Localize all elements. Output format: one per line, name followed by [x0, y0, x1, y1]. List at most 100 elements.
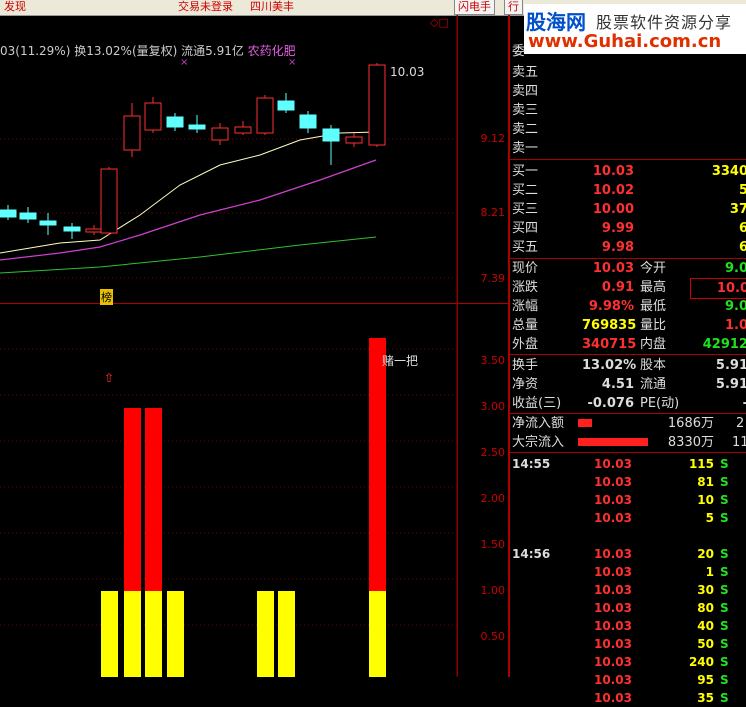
- tick-row: 14:55 10.03 115 S: [510, 455, 746, 473]
- sell-level-label: 卖一: [512, 141, 539, 156]
- quote-value: 10.0: [690, 278, 746, 299]
- fund-label: 净资: [512, 377, 539, 392]
- indicator-bar: [369, 338, 386, 591]
- buy-price: 10.00: [592, 202, 634, 217]
- buy-price: 9.98: [601, 240, 634, 255]
- quote-label: 量比: [640, 318, 667, 333]
- tick-side: S: [720, 511, 729, 525]
- tick-side: S: [720, 475, 729, 489]
- buy-level-row[interactable]: 买一 10.03 3340: [510, 162, 746, 181]
- quote-value: 9.0: [724, 299, 746, 314]
- indicator-bar: [278, 591, 295, 677]
- flash-trade-button[interactable]: 闪电手: [454, 0, 495, 15]
- candle-body: [299, 114, 317, 129]
- buy-volume: 3340: [711, 164, 746, 179]
- tick-price: 10.03: [594, 691, 632, 705]
- chart-area[interactable]: × × ◇□ 9.12 8.21 7.39 3.50 3.00 2.50 2.00…: [0, 15, 508, 677]
- tick-volume: 40: [697, 619, 714, 633]
- quote-label: 涨跌: [512, 280, 539, 295]
- quote-label: 总量: [512, 318, 539, 333]
- watermark-logo: 股海网 股票软件资源分享 www.Guhai.com.cn: [524, 4, 746, 54]
- flow-extra: 11: [732, 435, 746, 450]
- tick-volume: 115: [688, 457, 714, 471]
- quote-value: 10.03: [592, 261, 634, 276]
- indicator-tick: 1.50: [480, 538, 506, 551]
- buy-level-row[interactable]: 买五 9.98 6: [510, 238, 746, 257]
- fund-label: 换手: [512, 358, 539, 373]
- ma-line-long: [0, 236, 377, 274]
- fund-value: 5.91: [715, 377, 746, 392]
- buy-price: 10.03: [592, 164, 634, 179]
- tick-row: 10.03 81 S: [510, 473, 746, 491]
- tick-row: 14:56 10.03 20 S: [510, 545, 746, 563]
- tick-price: 10.03: [594, 601, 632, 615]
- net-inflow-row[interactable]: 净流入额 1686万 2: [510, 414, 746, 433]
- sell-level-label: 卖四: [512, 84, 539, 99]
- indicator-tick: 3.50: [480, 354, 506, 367]
- buy-level-label: 买三: [512, 202, 539, 217]
- tick-row: 10.03 50 S: [510, 635, 746, 653]
- candle-body: [19, 212, 37, 220]
- sector-label[interactable]: 农药化肥: [248, 44, 296, 58]
- fund-label: PE(动): [640, 396, 680, 411]
- tick-price: 10.03: [594, 619, 632, 633]
- candle-body: [144, 102, 162, 131]
- indicator-bar: [124, 591, 141, 677]
- tick-price: 10.03: [594, 493, 632, 507]
- block-inflow-row[interactable]: 大宗流入 8330万 11: [510, 433, 746, 452]
- tick-volume: 30: [697, 583, 714, 597]
- toolbar-stock-name: 四川美丰: [250, 0, 294, 13]
- tick-volume: 95: [697, 673, 714, 687]
- indicator-tick: 2.00: [480, 492, 506, 505]
- tick-price: 10.03: [594, 511, 632, 525]
- flow-extra: 2: [736, 416, 745, 431]
- candle-body: [345, 136, 363, 144]
- quote-label: 现价: [512, 261, 539, 276]
- indicator-tick: 3.00: [480, 400, 506, 413]
- fund-value: 13.02%: [582, 358, 637, 373]
- buy-level-row[interactable]: 买四 9.99 6: [510, 219, 746, 238]
- sell-level-label: 卖三: [512, 103, 539, 118]
- tick-price: 10.03: [594, 583, 632, 597]
- tick-row: 10.03 30 S: [510, 581, 746, 599]
- ma-line-short: [0, 131, 377, 254]
- toolbar-discover[interactable]: 发现: [4, 0, 26, 14]
- buy-level-row[interactable]: 买二 10.02 5: [510, 181, 746, 200]
- quote-label: 最低: [640, 299, 667, 314]
- tick-row: 10.03 240 S: [510, 653, 746, 671]
- tick-volume: 240: [688, 655, 714, 669]
- quote-value: 1.0: [724, 318, 746, 333]
- tick-price: 10.03: [594, 673, 632, 687]
- buy-level-label: 买二: [512, 183, 539, 198]
- buy-level-label: 买一: [512, 164, 539, 179]
- sell-level-label: 卖五: [512, 65, 539, 80]
- tick-volume: 50: [697, 637, 714, 651]
- indicator-annotation: 赌一把: [382, 354, 419, 368]
- sell-level-label: 卖二: [512, 122, 539, 137]
- tick-side: S: [720, 601, 729, 615]
- flow-value: 8330万: [667, 435, 714, 450]
- tick-volume: 20: [697, 547, 714, 561]
- buy-level-row[interactable]: 买三 10.00 37: [510, 200, 746, 219]
- buy-volume: 5: [738, 183, 746, 198]
- quote-label: 外盘: [512, 337, 539, 352]
- tick-side: S: [720, 673, 729, 687]
- quote-value: 769835: [582, 318, 637, 333]
- quote-label: 涨幅: [512, 299, 539, 314]
- tick-side: S: [720, 655, 729, 669]
- quote-label: 内盘: [640, 337, 667, 352]
- tick-side: S: [720, 493, 729, 507]
- fund-label: 流通: [640, 377, 667, 392]
- indicator-chart: [0, 303, 458, 677]
- market-button[interactable]: 行: [504, 0, 523, 15]
- tick-side: S: [720, 637, 729, 651]
- flow-bar: [578, 438, 648, 446]
- toolbar-trade-status[interactable]: 交易未登录: [178, 0, 233, 14]
- tick-volume: 10: [697, 493, 714, 507]
- quote-value: 42912: [702, 337, 746, 352]
- fund-value: -0.076: [587, 396, 634, 411]
- tick-price: 10.03: [594, 475, 632, 489]
- indicator-bar: [257, 591, 274, 677]
- indicator-bar: [145, 408, 162, 591]
- tick-price: 10.03: [594, 457, 632, 471]
